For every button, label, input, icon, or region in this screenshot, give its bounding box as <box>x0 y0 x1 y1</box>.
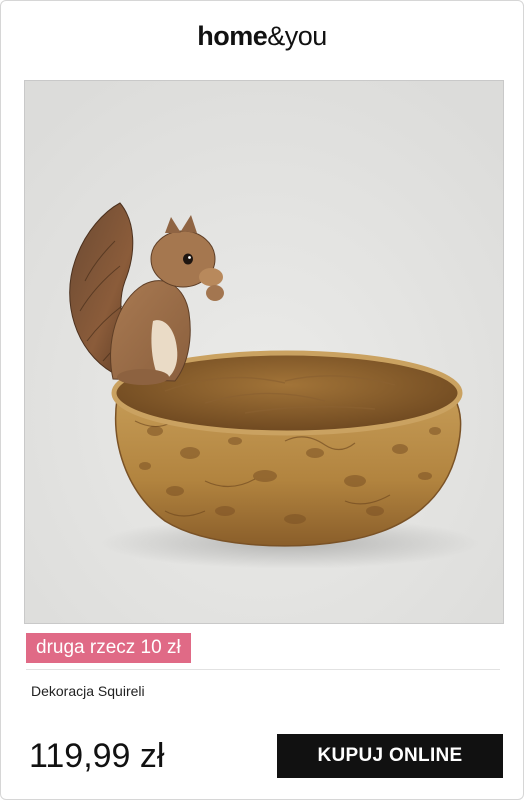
squirrel-eye-highlight <box>188 256 191 259</box>
squirrel-feet <box>117 369 169 385</box>
brand-logo-you: you <box>284 21 328 51</box>
brand-logo-ampersand: & <box>267 21 285 51</box>
product-image[interactable] <box>24 80 504 624</box>
brand-logo-home: home <box>197 21 268 51</box>
buy-online-button[interactable]: KUPUJ ONLINE <box>277 734 503 778</box>
promo-badge: druga rzecz 10 zł <box>26 633 191 663</box>
squirrel-snout <box>199 268 223 286</box>
product-name[interactable]: Dekoracja Squireli <box>31 682 145 700</box>
squirrel-eye <box>183 253 193 265</box>
ad-card[interactable]: home&you druga rzecz 10 zł Dekoracja Squ… <box>0 0 524 800</box>
product-image-illustration <box>25 81 503 623</box>
brand-logo[interactable]: home&you <box>1 19 523 53</box>
product-price: 119,99 zł <box>29 737 165 775</box>
squirrel-paws <box>206 285 224 301</box>
divider <box>26 669 500 670</box>
